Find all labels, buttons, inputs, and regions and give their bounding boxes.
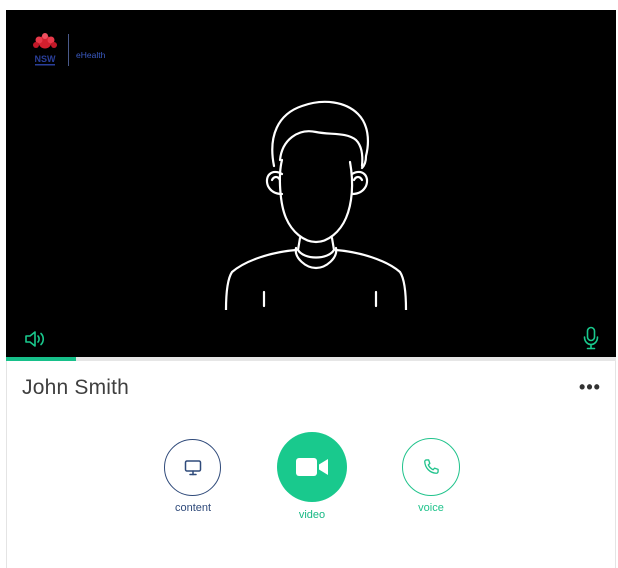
more-options-button[interactable]: ••• — [576, 376, 604, 398]
participant-name: John Smith — [22, 376, 130, 399]
video-button[interactable]: video — [277, 432, 347, 521]
content-button[interactable]: content — [164, 439, 221, 514]
call-progress-bar — [6, 357, 616, 361]
voice-button-label: voice — [418, 502, 444, 514]
microphone-icon[interactable] — [582, 326, 600, 350]
phone-icon — [424, 459, 439, 474]
video-camera-icon — [296, 458, 328, 476]
video-button-label: video — [298, 509, 326, 521]
person-silhouette-icon — [224, 100, 408, 310]
speaker-volume-icon[interactable] — [24, 330, 48, 348]
content-button-label: content — [174, 502, 212, 514]
content-button-circle[interactable] — [164, 439, 221, 496]
logo-product-text: eHealth — [76, 50, 106, 60]
voice-button-circle[interactable] — [402, 438, 460, 496]
nsw-ehealth-logo: NSW eHealth — [30, 32, 120, 76]
voice-button[interactable]: voice — [402, 438, 460, 514]
logo-org-text: NSW — [35, 54, 57, 64]
logo-divider — [68, 34, 69, 66]
call-progress-fill — [6, 357, 77, 361]
video-feed: NSW eHealth — [6, 10, 616, 358]
video-button-circle[interactable] — [277, 432, 347, 502]
monitor-icon — [184, 459, 201, 475]
waratah-logo-icon: NSW — [33, 33, 57, 66]
